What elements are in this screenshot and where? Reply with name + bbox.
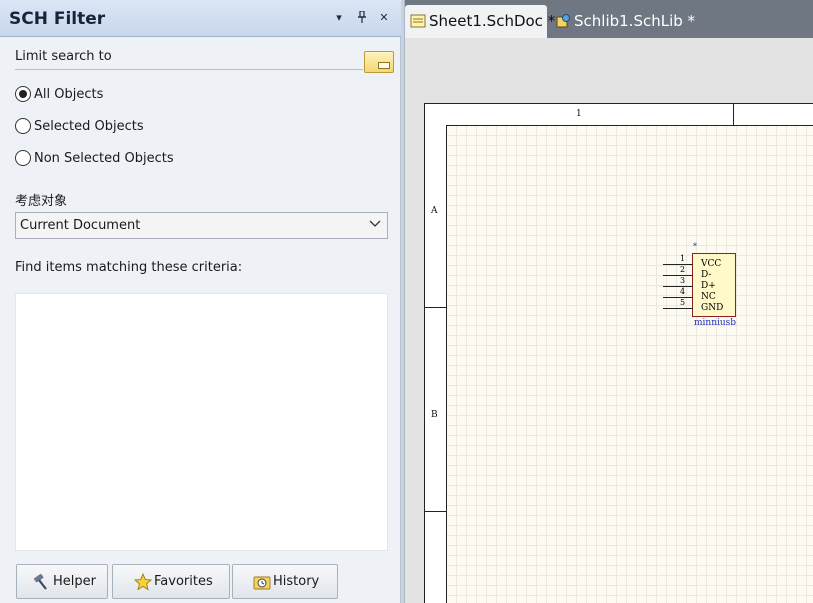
tab-schlib1-schlib[interactable]: Schlib1.SchLib * xyxy=(550,5,700,38)
limit-search-label: Limit search to xyxy=(15,49,112,64)
zone-divider xyxy=(424,511,447,512)
pin-number: 4 xyxy=(680,287,686,296)
pin-number: 2 xyxy=(680,265,686,274)
history-button-label: History xyxy=(273,574,320,589)
component-comment[interactable]: minniusb xyxy=(694,318,736,328)
radio-non-selected-objects[interactable] xyxy=(15,150,31,166)
scope-dropdown[interactable]: Current Document xyxy=(15,212,388,239)
panel-title-bar: SCH Filter ▾ ✕ xyxy=(0,0,401,37)
schematic-doc-icon xyxy=(410,14,426,28)
app-window: SCH Filter ▾ ✕ Limit search to All Objec… xyxy=(0,0,813,603)
panel-menu-icon[interactable]: ▾ xyxy=(332,11,346,25)
zone-divider xyxy=(424,307,447,308)
criteria-text-area[interactable] xyxy=(15,293,388,551)
limit-search-button[interactable] xyxy=(364,51,394,73)
helper-button-label: Helper xyxy=(53,574,96,589)
history-folder-icon xyxy=(253,573,271,591)
favorites-button[interactable]: Favorites xyxy=(112,564,230,599)
history-button[interactable]: History xyxy=(232,564,338,599)
folder-icon xyxy=(378,62,390,69)
chevron-down-icon xyxy=(369,217,381,231)
criteria-label: Find items matching these criteria: xyxy=(15,260,243,275)
pin-name: D+ xyxy=(701,281,716,291)
star-icon xyxy=(133,572,153,591)
component-designator[interactable]: * xyxy=(693,242,697,251)
tab-sheet1-schdoc[interactable]: Sheet1.SchDoc * xyxy=(405,5,555,38)
pin-number: 3 xyxy=(680,276,686,285)
scope-label: 考虑对象 xyxy=(15,194,68,209)
panel-pin-icon[interactable] xyxy=(355,10,369,25)
favorites-button-label: Favorites xyxy=(154,574,213,589)
pin-line[interactable] xyxy=(663,275,693,276)
radio-all-objects[interactable] xyxy=(15,86,31,102)
tab-label: Sheet1.SchDoc * xyxy=(429,12,556,30)
panel-title: SCH Filter xyxy=(9,9,106,29)
schematic-sheet-grid[interactable] xyxy=(446,125,813,603)
radio-selected-objects[interactable] xyxy=(15,118,31,134)
pin-name: GND xyxy=(701,303,724,313)
limit-search-divider xyxy=(15,69,363,70)
pin-name: NC xyxy=(701,292,716,302)
pin-line[interactable] xyxy=(663,286,693,287)
pin-name: D- xyxy=(701,270,712,280)
zone-column-label: 1 xyxy=(576,109,582,119)
tab-label: Schlib1.SchLib * xyxy=(574,12,696,30)
pin-line[interactable] xyxy=(663,264,693,265)
scope-dropdown-value: Current Document xyxy=(20,218,141,233)
panel-close-icon[interactable]: ✕ xyxy=(377,11,391,25)
hammer-icon xyxy=(31,573,49,591)
zone-row-label: A xyxy=(431,206,438,216)
zone-divider xyxy=(733,103,734,126)
pin-number: 1 xyxy=(680,254,686,263)
pin-line[interactable] xyxy=(663,297,693,298)
zone-row-label: B xyxy=(431,410,438,420)
radio-label-all-objects[interactable]: All Objects xyxy=(34,87,103,102)
radio-label-selected-objects[interactable]: Selected Objects xyxy=(34,119,144,134)
pin-name: VCC xyxy=(701,259,722,269)
pin-number: 5 xyxy=(680,298,686,307)
schematic-lib-icon xyxy=(555,14,571,28)
pin-line[interactable] xyxy=(663,308,693,309)
radio-label-non-selected-objects[interactable]: Non Selected Objects xyxy=(34,151,174,166)
sch-filter-panel: SCH Filter ▾ ✕ Limit search to All Objec… xyxy=(0,0,401,603)
helper-button[interactable]: Helper xyxy=(16,564,108,599)
document-tab-bar: Sheet1.SchDoc * Schlib1.SchLib * xyxy=(405,0,813,38)
